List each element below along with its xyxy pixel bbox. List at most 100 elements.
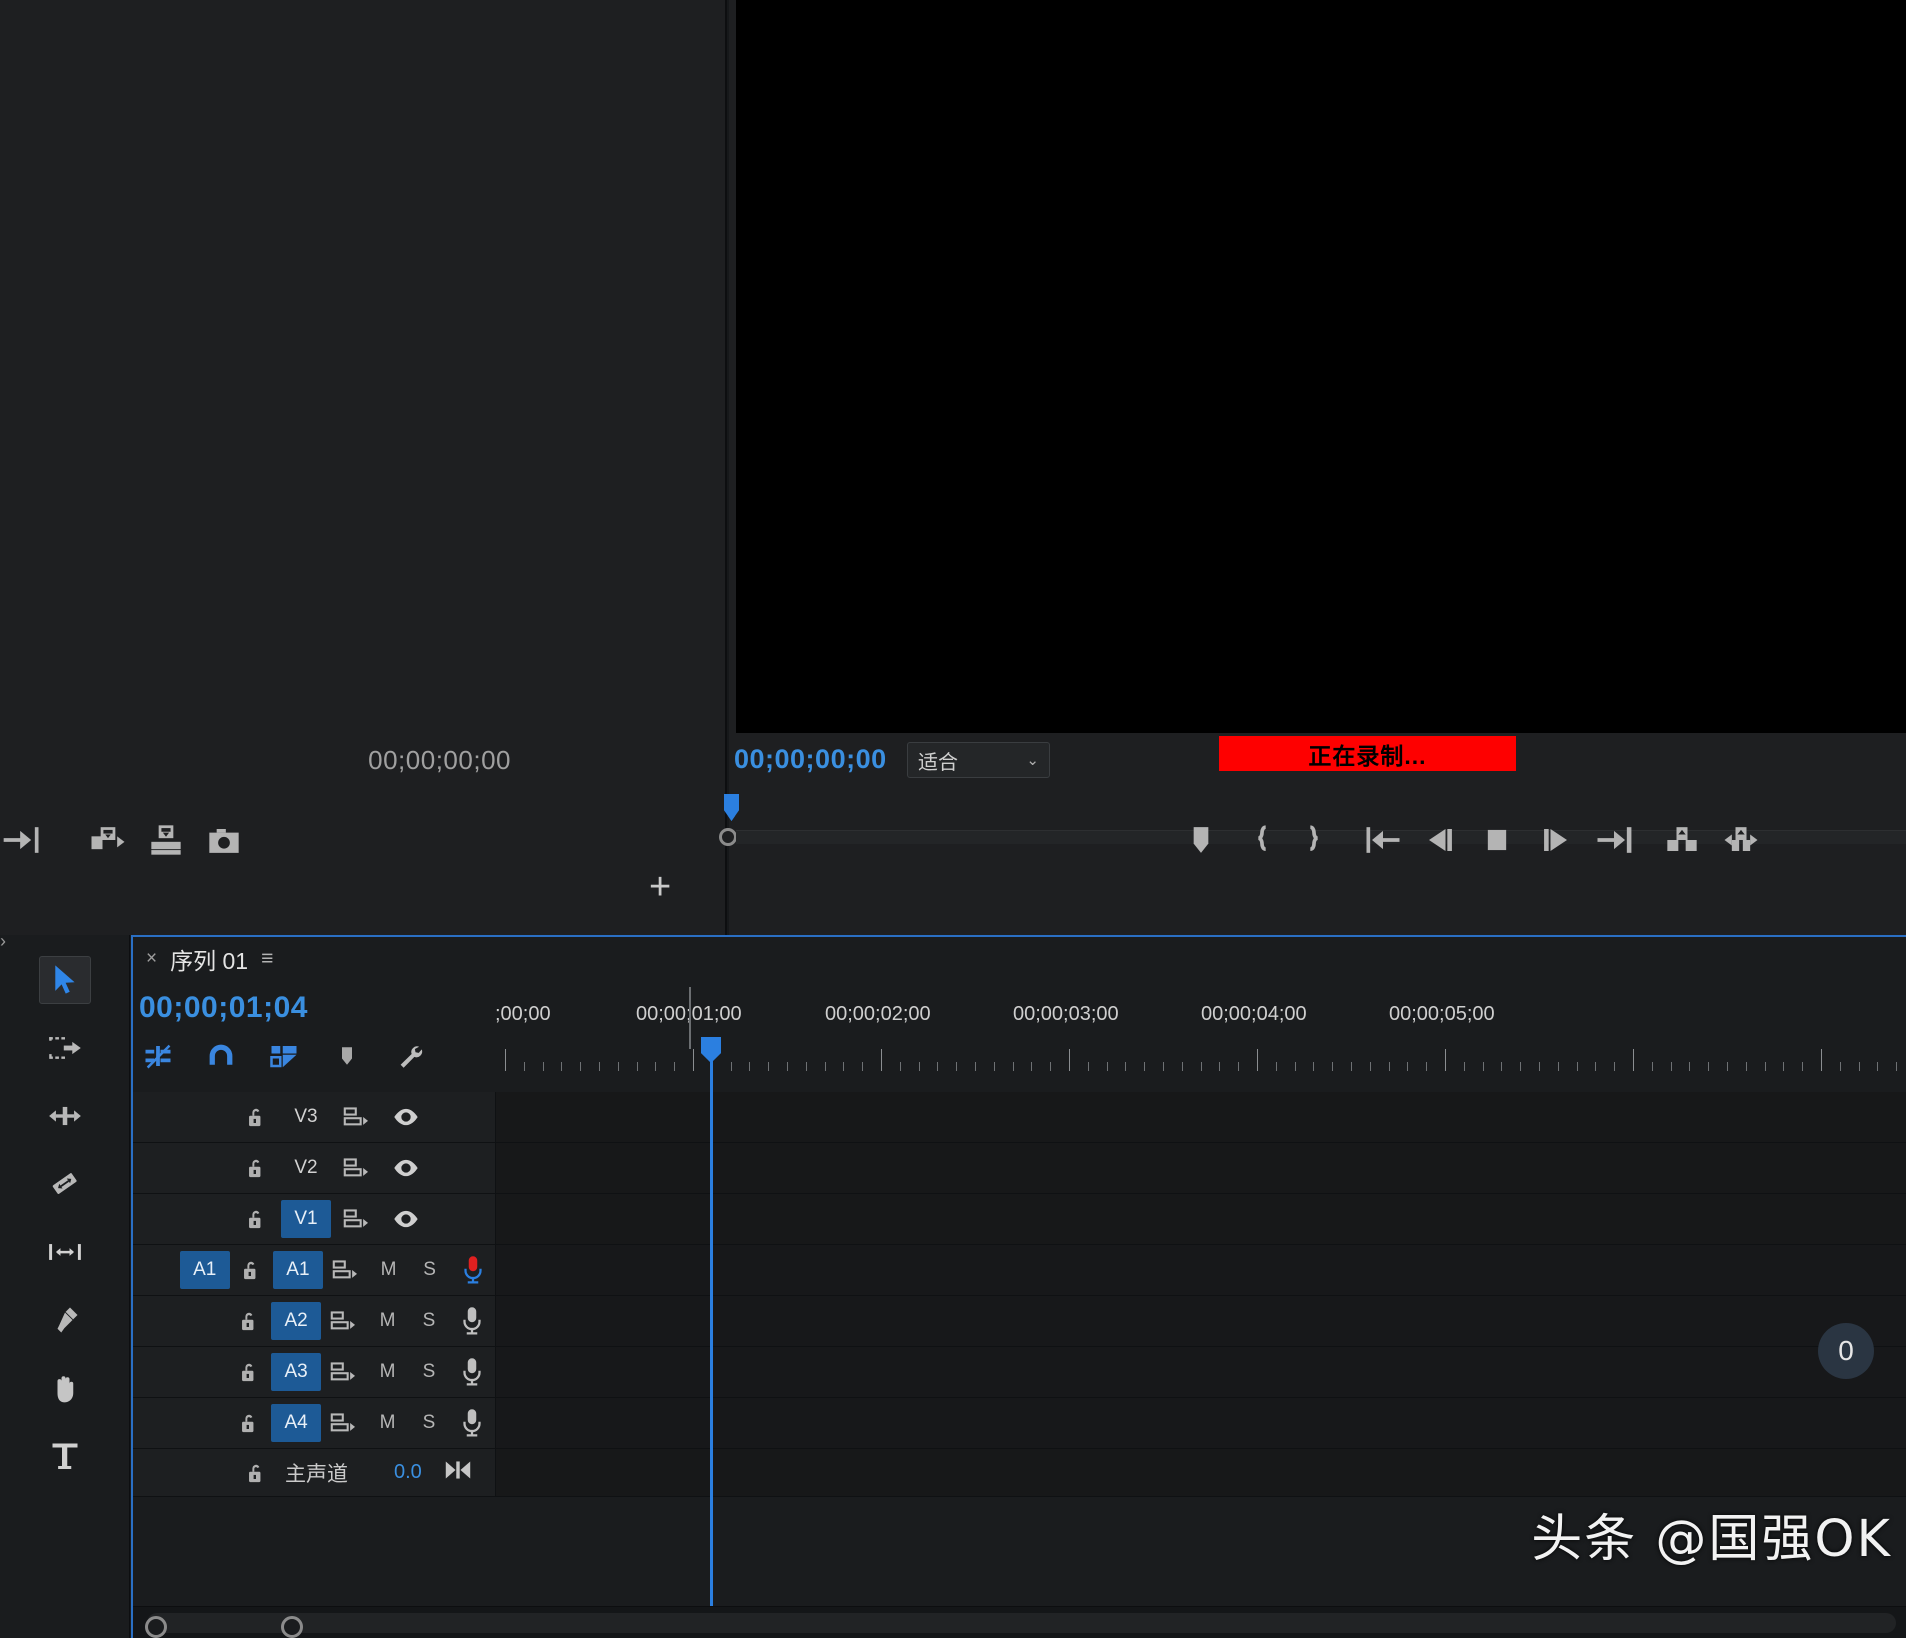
- voice-record-icon[interactable]: [450, 1245, 495, 1295]
- mark-out-icon[interactable]: [1292, 818, 1336, 867]
- mute-track-button[interactable]: M: [367, 1398, 408, 1448]
- zoom-level-select[interactable]: 适合 ⌄: [907, 742, 1050, 778]
- mute-track-button[interactable]: M: [368, 1245, 409, 1295]
- track-name-button[interactable]: A3: [271, 1347, 322, 1397]
- track-lock-icon[interactable]: [227, 1398, 270, 1448]
- track-name-button[interactable]: A4: [271, 1398, 322, 1448]
- voice-record-icon[interactable]: [450, 1398, 495, 1448]
- go-to-out-point-icon[interactable]: [0, 818, 44, 867]
- source-timecode[interactable]: 00;00;00;00: [368, 745, 511, 776]
- extract-icon[interactable]: [1719, 818, 1763, 867]
- mark-in-icon[interactable]: [1240, 818, 1284, 867]
- step-forward-icon[interactable]: [1534, 818, 1578, 867]
- snap-icon[interactable]: [206, 1041, 236, 1071]
- voice-record-icon[interactable]: [450, 1347, 495, 1397]
- track-lock-icon[interactable]: [233, 1143, 279, 1193]
- video-source-patch[interactable]: [183, 1092, 233, 1142]
- timeline-scrollbar[interactable]: [133, 1606, 1906, 1638]
- overwrite-icon[interactable]: [144, 818, 188, 867]
- linked-selection-icon[interactable]: [269, 1041, 299, 1071]
- audio-track-lane[interactable]: [495, 1347, 1906, 1397]
- track-sync-lock-icon[interactable]: [333, 1092, 381, 1142]
- track-name-button[interactable]: V2: [279, 1143, 333, 1193]
- ruler-tick: [749, 1062, 751, 1071]
- track-visibility-eye-icon[interactable]: [381, 1143, 431, 1193]
- video-track-lane[interactable]: [495, 1092, 1906, 1142]
- keyframe-count-badge[interactable]: 0: [1818, 1323, 1874, 1379]
- video-track-row: V2: [133, 1143, 1906, 1194]
- audio-track-lane[interactable]: [495, 1296, 1906, 1346]
- video-source-patch[interactable]: [183, 1143, 233, 1193]
- ruler-tick: [1069, 1049, 1070, 1071]
- audio-track-lane[interactable]: [495, 1398, 1906, 1448]
- add-marker-icon[interactable]: [1179, 818, 1223, 867]
- selection-tool[interactable]: [39, 956, 91, 1004]
- timeline-settings-icon[interactable]: [395, 1041, 425, 1071]
- video-track-lane[interactable]: [495, 1143, 1906, 1193]
- pen-tool[interactable]: [39, 1296, 91, 1344]
- track-visibility-eye-icon[interactable]: [381, 1092, 431, 1142]
- audio-source-patch[interactable]: A1: [179, 1245, 230, 1295]
- go-to-out-point-icon[interactable]: [1592, 818, 1636, 867]
- track-lock-icon[interactable]: [233, 1449, 279, 1496]
- track-name-button[interactable]: V1: [279, 1194, 333, 1244]
- solo-track-button[interactable]: S: [409, 1245, 450, 1295]
- master-volume-value[interactable]: 0.0: [394, 1461, 422, 1484]
- track-lock-icon[interactable]: [233, 1092, 279, 1142]
- solo-track-button[interactable]: S: [408, 1398, 449, 1448]
- track-sync-lock-icon[interactable]: [322, 1296, 367, 1346]
- track-lock-icon[interactable]: [230, 1245, 273, 1295]
- hand-tool[interactable]: [39, 1364, 91, 1412]
- ruler-tick: [805, 1062, 807, 1071]
- timeline-playhead-timecode[interactable]: 00;00;01;04: [139, 991, 308, 1025]
- program-timecode[interactable]: 00;00;00;00: [734, 744, 887, 775]
- scrollbar-track[interactable]: [145, 1613, 1896, 1638]
- master-meters-icon[interactable]: [443, 1459, 473, 1486]
- track-sync-lock-icon[interactable]: [333, 1194, 381, 1244]
- track-lock-icon[interactable]: [227, 1347, 270, 1397]
- track-name-label: V1: [281, 1200, 331, 1238]
- track-sync-lock-icon[interactable]: [323, 1245, 368, 1295]
- audio-source-patch[interactable]: [180, 1398, 227, 1448]
- chevron-right-icon[interactable]: ›: [0, 927, 14, 955]
- ruler-tick: [1670, 1062, 1672, 1071]
- slip-tool[interactable]: [39, 1228, 91, 1276]
- track-select-forward-tool[interactable]: [39, 1024, 91, 1072]
- insert-overwrite-toggle-icon[interactable]: [143, 1041, 173, 1071]
- audio-source-patch[interactable]: [180, 1347, 227, 1397]
- track-lock-icon[interactable]: [233, 1194, 279, 1244]
- audio-track-lane[interactable]: [495, 1245, 1906, 1295]
- voice-record-icon[interactable]: [450, 1296, 495, 1346]
- track-name-button[interactable]: V3: [279, 1092, 333, 1142]
- type-tool[interactable]: [39, 1432, 91, 1480]
- track-visibility-eye-icon[interactable]: [381, 1194, 431, 1244]
- mute-track-button[interactable]: M: [367, 1347, 408, 1397]
- button-editor-plus[interactable]: +: [649, 868, 671, 906]
- panel-menu-icon[interactable]: ≡: [261, 947, 273, 971]
- zoom-handle-right[interactable]: [281, 1616, 303, 1638]
- sequence-tab-title[interactable]: 序列 01: [170, 942, 248, 976]
- insert-icon[interactable]: [86, 818, 130, 867]
- step-back-icon[interactable]: [1418, 818, 1462, 867]
- export-frame-icon[interactable]: [202, 818, 246, 867]
- stop-icon[interactable]: [1475, 818, 1519, 867]
- video-source-patch[interactable]: [183, 1194, 233, 1244]
- lift-icon[interactable]: [1660, 818, 1704, 867]
- add-marker-icon[interactable]: [332, 1041, 362, 1071]
- go-to-in-point-icon[interactable]: [1361, 818, 1405, 867]
- solo-track-button[interactable]: S: [408, 1347, 449, 1397]
- razor-tool[interactable]: [39, 1160, 91, 1208]
- mute-track-button[interactable]: M: [367, 1296, 408, 1346]
- track-sync-lock-icon[interactable]: [333, 1143, 381, 1193]
- track-lock-icon[interactable]: [227, 1296, 270, 1346]
- video-track-lane[interactable]: [495, 1194, 1906, 1244]
- track-name-button[interactable]: A2: [271, 1296, 322, 1346]
- track-sync-lock-icon[interactable]: [322, 1347, 367, 1397]
- track-sync-lock-icon[interactable]: [322, 1398, 367, 1448]
- track-name-button[interactable]: A1: [272, 1245, 323, 1295]
- audio-source-patch[interactable]: [180, 1296, 227, 1346]
- ripple-edit-tool[interactable]: [39, 1092, 91, 1140]
- zoom-handle-left[interactable]: [145, 1616, 167, 1638]
- solo-track-button[interactable]: S: [408, 1296, 449, 1346]
- close-icon[interactable]: ×: [146, 948, 157, 970]
